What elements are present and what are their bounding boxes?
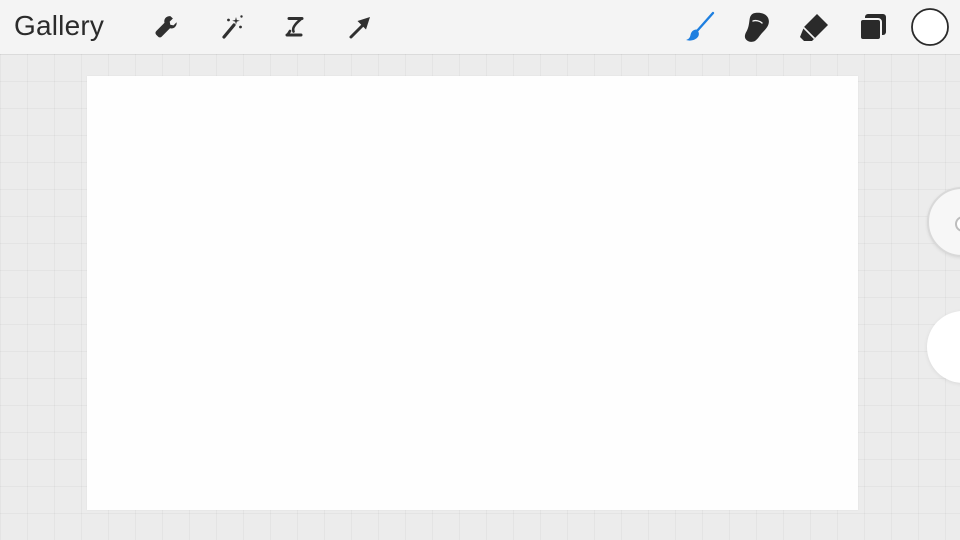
- slider-handle-dot: [955, 216, 960, 232]
- paint-brush-button[interactable]: [682, 9, 718, 45]
- gallery-button[interactable]: Gallery: [14, 10, 104, 42]
- color-swatch-icon: [910, 7, 950, 47]
- eraser-icon: [798, 10, 832, 44]
- layers-button[interactable]: [855, 9, 891, 45]
- brush-icon: [683, 10, 717, 44]
- opacity-slider-handle[interactable]: [927, 311, 960, 383]
- drawing-canvas[interactable]: [87, 76, 858, 510]
- layers-icon: [856, 10, 890, 44]
- selection-button[interactable]: [277, 9, 313, 45]
- erase-button[interactable]: [797, 9, 833, 45]
- color-button[interactable]: [910, 7, 950, 47]
- brush-size-slider-handle[interactable]: [927, 187, 960, 257]
- actions-button[interactable]: [148, 9, 184, 45]
- magic-wand-icon: [217, 12, 247, 42]
- arrow-cursor-icon: [345, 12, 375, 42]
- transform-button[interactable]: [342, 9, 378, 45]
- smudge-finger-icon: [741, 10, 775, 44]
- wrench-icon: [151, 12, 181, 42]
- top-toolbar: Gallery: [0, 0, 960, 54]
- adjustments-button[interactable]: [214, 9, 250, 45]
- smudge-button[interactable]: [740, 9, 776, 45]
- selection-s-icon: [280, 12, 310, 42]
